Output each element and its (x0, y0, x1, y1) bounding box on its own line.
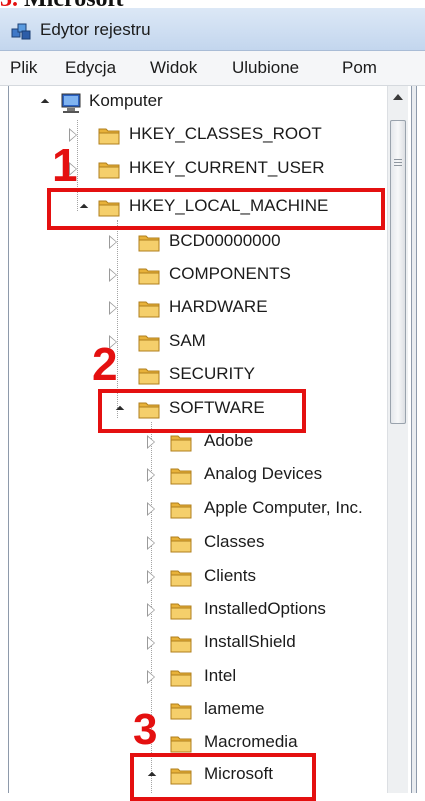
tree-item-components[interactable]: COMPONENTS (9, 259, 389, 292)
caption-text: Microsoft (24, 0, 124, 8)
expand-arrow-fill (148, 470, 154, 480)
expand-arrow-fill (110, 270, 116, 280)
folder-icon (138, 235, 160, 252)
vertical-scrollbar[interactable] (387, 86, 408, 793)
tree-item-label: lameme (204, 699, 265, 718)
folder-icon (170, 636, 192, 653)
grip-line (394, 165, 402, 166)
tree-item-installshield[interactable]: InstallShield (9, 627, 389, 660)
tree-item-label: InstalledOptions (204, 599, 326, 618)
folder-icon (170, 603, 192, 620)
tree-item-label: HKEY_CLASSES_ROOT (129, 124, 322, 143)
tree-item-label: Clients (204, 566, 256, 585)
tree-item-label: Macromedia (204, 732, 298, 751)
menu-widok[interactable]: Widok (150, 58, 197, 78)
tree-item-apple-computer[interactable]: Apple Computer, Inc. (9, 493, 389, 526)
menu-plik[interactable]: Plik (10, 58, 37, 78)
tree-item-hardware[interactable]: HARDWARE (9, 292, 389, 325)
scroll-thumb[interactable] (390, 120, 406, 424)
title-bar: Edytor rejestru (0, 8, 425, 51)
expand-arrow-fill (148, 638, 154, 648)
window-title: Edytor rejestru (40, 20, 151, 39)
highlight-box-software (98, 389, 306, 433)
expand-arrow-fill (110, 237, 116, 247)
tree-item-label: BCD00000000 (169, 231, 281, 250)
tree-item-intel[interactable]: Intel (9, 661, 389, 694)
folder-icon (170, 502, 192, 519)
tree-item-label: SECURITY (169, 364, 255, 383)
tree-item-label: Classes (204, 532, 265, 551)
expand-arrow-fill (148, 538, 154, 548)
tree-item-analog-devices[interactable]: Analog Devices (9, 459, 389, 492)
scroll-up-arrow-icon[interactable] (393, 94, 403, 100)
folder-icon (98, 162, 120, 179)
tree-item-label: HARDWARE (169, 297, 268, 316)
tree-item-label: Komputer (89, 91, 163, 110)
tree-item-label: Adobe (204, 431, 254, 450)
tree-item-label: Intel (204, 666, 237, 685)
tree-item-lameme[interactable]: lameme (9, 694, 389, 727)
folder-icon (98, 128, 120, 145)
tree-item-sam[interactable]: SAM (9, 326, 389, 359)
caption: 3. Microsoft (0, 0, 425, 8)
expand-arrow-fill (110, 303, 116, 313)
tree-item-komputer[interactable]: Komputer (9, 86, 389, 119)
tree-item-security[interactable]: SECURITY (9, 359, 389, 392)
folder-icon (170, 435, 192, 452)
menu-edycja[interactable]: Edycja (65, 58, 116, 78)
folder-icon (170, 703, 192, 720)
highlight-box-microsoft (130, 753, 316, 801)
folder-icon (138, 301, 160, 318)
highlight-box-hklm (47, 188, 385, 230)
step-number-3: 3 (133, 705, 158, 754)
expand-arrow-fill (148, 504, 154, 514)
tree-item-clients[interactable]: Clients (9, 561, 389, 594)
tree-item-classes[interactable]: Classes (9, 527, 389, 560)
folder-icon (170, 570, 192, 587)
expand-arrow-fill (148, 572, 154, 582)
expand-arrow-fill (148, 437, 154, 447)
tree-item-bcd00000000[interactable]: BCD00000000 (9, 226, 389, 259)
grip-line (394, 159, 402, 160)
tree-item-installedoptions[interactable]: InstalledOptions (9, 594, 389, 627)
expand-arrow-fill (148, 605, 154, 615)
caption-number: 3. (0, 0, 18, 8)
menu-ulubione[interactable]: Ulubione (232, 58, 299, 78)
values-pane (416, 86, 425, 793)
folder-icon (170, 468, 192, 485)
step-number-1: 1 (52, 139, 78, 191)
folder-icon (138, 368, 160, 385)
tree-item-label: Apple Computer, Inc. (204, 498, 363, 517)
registry-editor-icon (11, 23, 31, 40)
tree-item-label: InstallShield (204, 632, 296, 651)
folder-icon (138, 268, 160, 285)
folder-icon (138, 335, 160, 352)
folder-icon (170, 670, 192, 687)
menu-pomoc[interactable]: Pom (342, 58, 377, 78)
tree-item-label: HKEY_CURRENT_USER (129, 158, 325, 177)
folder-icon (170, 736, 192, 753)
tree-item-label: Analog Devices (204, 464, 323, 483)
step-number-2: 2 (92, 338, 118, 390)
folder-icon (170, 536, 192, 553)
computer-icon (61, 93, 81, 113)
grip-line (394, 162, 402, 163)
expand-arrow-fill (148, 672, 154, 682)
tree-item-label: SAM (169, 331, 206, 350)
tree-item-label: COMPONENTS (169, 264, 291, 283)
menu-bar: Plik Edycja Widok Ulubione Pom (0, 51, 425, 86)
collapse-arrow-icon[interactable] (40, 98, 50, 108)
